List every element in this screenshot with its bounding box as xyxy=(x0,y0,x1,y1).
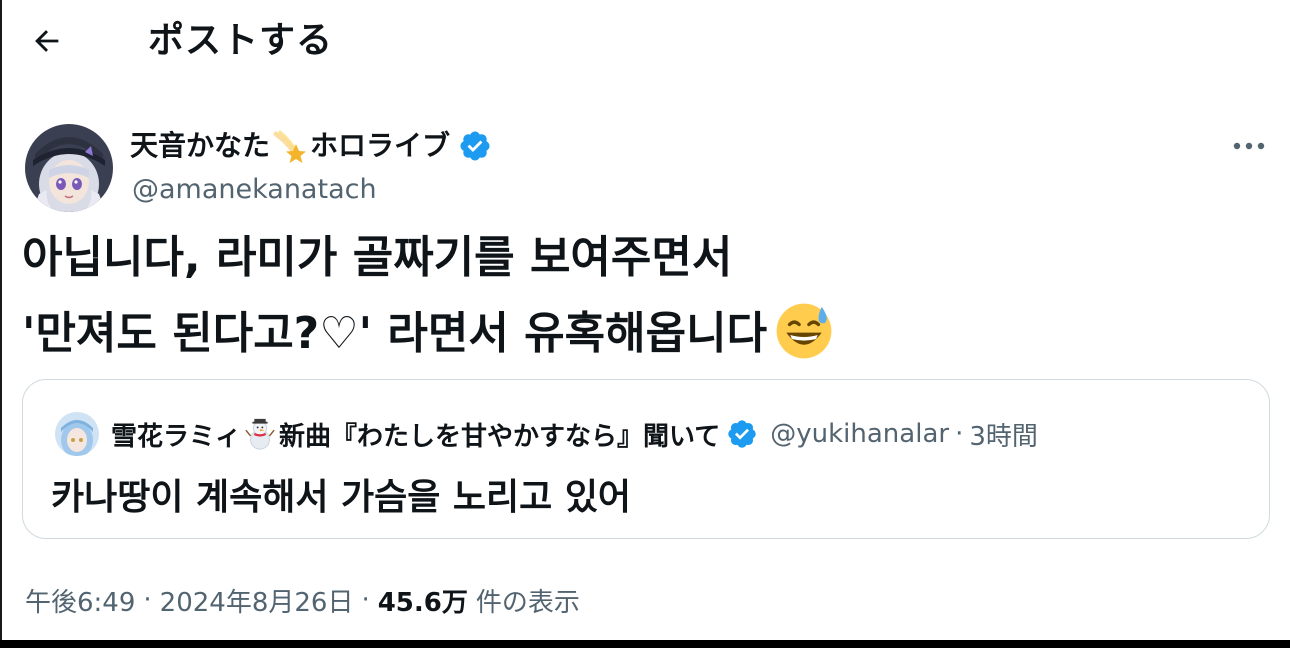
view-count-label: 件の表示 xyxy=(475,587,580,618)
window-left-edge xyxy=(0,0,2,648)
author-org-text: ホロライブ xyxy=(310,129,451,162)
quoted-post-card[interactable]: 雪花ラミィ 新曲『わたしを甘やかすなら』聞いて @yukihanalar · 3… xyxy=(22,379,1270,539)
quoted-post-text: 카나땅이 계속해서 가슴을 노리고 있어 xyxy=(51,477,632,518)
author-avatar[interactable] xyxy=(25,124,113,212)
shooting-star-emoji xyxy=(273,130,307,163)
post-text-line-1: 아닙니다, 라미가 골짜기를 보여주면서 xyxy=(22,232,733,283)
arrow-left-icon xyxy=(35,30,59,52)
quoted-post-time: 3時間 xyxy=(969,421,1038,452)
post-time[interactable]: 午後6:49 xyxy=(25,582,135,619)
quoted-post-header: 雪花ラミィ 新曲『わたしを甘やかすなら』聞いて @yukihanalar · 3… xyxy=(55,406,1038,462)
more-options-button[interactable] xyxy=(1224,124,1274,168)
post-text-line-2: '만져도 된다고?♡' 라면서 유혹해옵니다 xyxy=(22,296,1262,372)
snowman-emoji xyxy=(245,418,275,450)
author-name[interactable]: 天音かなた ホロライブ xyxy=(130,124,492,168)
top-header: ポストする xyxy=(0,0,1290,84)
window-bottom-edge xyxy=(0,640,1290,648)
quoted-author-handle: @yukihanalar xyxy=(770,419,950,449)
post-text-line-2-text: '만져도 된다고?♡' 라면서 유혹해옵니다 xyxy=(22,308,768,359)
post-meta: 午後6:49 · 2024年8月26日 · 45.6万 件の表示 xyxy=(25,578,580,622)
separator-dot: · xyxy=(955,419,964,449)
verified-badge-icon xyxy=(460,131,490,161)
verified-badge-icon xyxy=(728,420,756,448)
separator-dot: · xyxy=(143,585,152,615)
more-dots-icon xyxy=(1233,142,1265,150)
quoted-author-avatar xyxy=(55,412,99,456)
quoted-author-name: 雪花ラミィ 新曲『わたしを甘やかすなら』聞いて xyxy=(111,416,758,453)
quoted-author-name-text: 雪花ラミィ xyxy=(111,421,242,452)
grinning-sweat-emoji xyxy=(776,303,832,359)
separator-dot: · xyxy=(361,585,370,615)
post-date[interactable]: 2024年8月26日 xyxy=(160,582,354,619)
view-count: 45.6万 xyxy=(377,587,468,618)
page-title: ポストする xyxy=(148,20,334,61)
post-text: 아닙니다, 라미가 골짜기를 보여주면서 '만져도 된다고?♡' 라면서 유혹해… xyxy=(22,220,1262,372)
quoted-author-song-text: 新曲『わたしを甘やかすなら』聞いて xyxy=(279,421,721,452)
back-button[interactable] xyxy=(18,12,76,70)
author-handle[interactable]: @amanekanatach xyxy=(132,170,377,210)
avatar-image xyxy=(25,124,113,212)
author-name-text: 天音かなた xyxy=(130,129,271,162)
